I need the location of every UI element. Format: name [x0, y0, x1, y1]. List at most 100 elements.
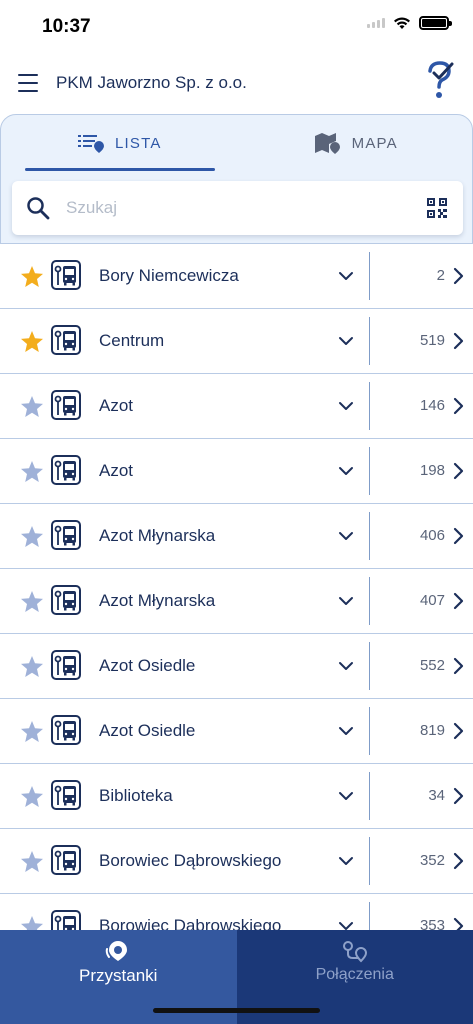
- star-icon[interactable]: [20, 590, 44, 613]
- stop-number: 146: [419, 397, 445, 414]
- row-divider: [369, 707, 370, 755]
- row-divider: [369, 317, 370, 365]
- stop-row[interactable]: Biblioteka 34: [0, 764, 473, 829]
- chevron-down-icon[interactable]: [338, 465, 354, 477]
- battery-icon: [419, 16, 452, 30]
- stop-row[interactable]: Bory Niemcewicza 2: [0, 244, 473, 309]
- favorite-star-icon[interactable]: [20, 330, 44, 353]
- stop-number: 2: [436, 267, 445, 284]
- qr-code-icon[interactable]: [427, 198, 447, 218]
- stop-row[interactable]: Azot Osiedle 552: [0, 634, 473, 699]
- stop-list: Bory Niemcewicza 2 Centrum 519 Azot 146 Azot 19…: [0, 244, 473, 930]
- bus-stop-icon: [51, 390, 81, 420]
- status-time: 10:37: [42, 16, 91, 37]
- chevron-down-icon[interactable]: [338, 530, 354, 542]
- chevron-right-icon[interactable]: [452, 722, 464, 740]
- star-icon[interactable]: [20, 395, 44, 418]
- star-icon[interactable]: [20, 850, 44, 873]
- star-icon[interactable]: [20, 915, 44, 930]
- chevron-down-icon[interactable]: [338, 335, 354, 347]
- stop-number: 406: [419, 527, 445, 544]
- chevron-right-icon[interactable]: [452, 917, 464, 930]
- stop-row[interactable]: Azot 198: [0, 439, 473, 504]
- stop-name: Azot Młynarska: [99, 526, 216, 545]
- tab-mapa[interactable]: MAPA: [238, 115, 473, 171]
- chevron-down-icon[interactable]: [338, 855, 354, 867]
- row-divider: [369, 642, 370, 690]
- chevron-right-icon[interactable]: [452, 852, 464, 870]
- map-pin-icon: [314, 133, 340, 154]
- chevron-right-icon[interactable]: [452, 527, 464, 545]
- chevron-right-icon[interactable]: [452, 267, 464, 285]
- stop-name: Azot: [99, 396, 134, 415]
- tab-lista-label: LISTA: [114, 134, 162, 152]
- stop-row[interactable]: Azot Młynarska 407: [0, 569, 473, 634]
- stop-name: Biblioteka: [99, 786, 173, 805]
- chevron-right-icon[interactable]: [452, 397, 464, 415]
- stop-name: Azot Osiedle: [99, 721, 196, 740]
- help-check-icon[interactable]: [425, 61, 455, 103]
- chevron-right-icon[interactable]: [452, 592, 464, 610]
- stop-number: 552: [419, 657, 445, 674]
- chevron-right-icon[interactable]: [452, 657, 464, 675]
- chevron-down-icon[interactable]: [338, 790, 354, 802]
- bus-stop-icon: [51, 260, 81, 290]
- stop-row[interactable]: Centrum 519: [0, 309, 473, 374]
- list-pin-icon: [77, 135, 104, 153]
- stop-number: 353: [419, 917, 445, 930]
- search-input[interactable]: [66, 193, 406, 223]
- bus-stop-icon: [51, 585, 81, 615]
- stop-row[interactable]: Azot Młynarska 406: [0, 504, 473, 569]
- bus-stop-icon: [51, 715, 81, 745]
- bus-stop-icon: [51, 455, 81, 485]
- stop-row[interactable]: Borowiec Dąbrowskiego 353: [0, 894, 473, 930]
- nav-przystanki-label: Przystanki: [79, 966, 158, 985]
- bus-stop-icon: [51, 520, 81, 550]
- row-divider: [369, 382, 370, 430]
- app-header: PKM Jaworzno Sp. z o.o.: [0, 55, 473, 111]
- stop-number: 519: [419, 332, 445, 349]
- stop-row[interactable]: Azot Osiedle 819: [0, 699, 473, 764]
- chevron-down-icon[interactable]: [338, 920, 354, 930]
- row-divider: [369, 772, 370, 820]
- chevron-down-icon[interactable]: [338, 725, 354, 737]
- row-divider: [369, 837, 370, 885]
- bus-stop-icon: [51, 780, 81, 810]
- nav-polaczenia-label: Połączenia: [315, 966, 394, 983]
- chevron-down-icon[interactable]: [338, 595, 354, 607]
- home-indicator: [153, 1008, 320, 1013]
- tab-mapa-label: MAPA: [351, 134, 398, 152]
- row-divider: [369, 902, 370, 930]
- favorite-star-icon[interactable]: [20, 265, 44, 288]
- stop-row[interactable]: Azot 146: [0, 374, 473, 439]
- chevron-right-icon[interactable]: [452, 787, 464, 805]
- chevron-right-icon[interactable]: [452, 462, 464, 480]
- row-divider: [369, 252, 370, 300]
- bus-stop-icon: [51, 650, 81, 680]
- stop-row[interactable]: Borowiec Dąbrowskiego 352: [0, 829, 473, 894]
- tab-lista[interactable]: LISTA: [1, 115, 238, 171]
- view-tabs: LISTA MAPA: [1, 115, 473, 171]
- hamburger-menu-icon[interactable]: [18, 74, 38, 92]
- chevron-down-icon[interactable]: [338, 660, 354, 672]
- stop-number: 819: [419, 722, 445, 739]
- bus-stop-icon: [51, 845, 81, 875]
- search-icon: [27, 197, 50, 220]
- stop-pin-icon: [106, 941, 128, 961]
- star-icon[interactable]: [20, 655, 44, 678]
- star-icon[interactable]: [20, 720, 44, 743]
- stop-number: 352: [419, 852, 445, 869]
- search-box: [12, 181, 463, 235]
- cellular-signal-icon: [367, 18, 385, 28]
- active-tab-indicator: [25, 168, 215, 171]
- stop-number: 34: [428, 787, 445, 804]
- star-icon[interactable]: [20, 785, 44, 808]
- stop-number: 198: [419, 462, 445, 479]
- chevron-down-icon[interactable]: [338, 400, 354, 412]
- chevron-down-icon[interactable]: [338, 270, 354, 282]
- chevron-right-icon[interactable]: [452, 332, 464, 350]
- star-icon[interactable]: [20, 460, 44, 483]
- status-bar: 10:37: [0, 0, 473, 50]
- star-icon[interactable]: [20, 525, 44, 548]
- page-title: PKM Jaworzno Sp. z o.o.: [56, 73, 247, 92]
